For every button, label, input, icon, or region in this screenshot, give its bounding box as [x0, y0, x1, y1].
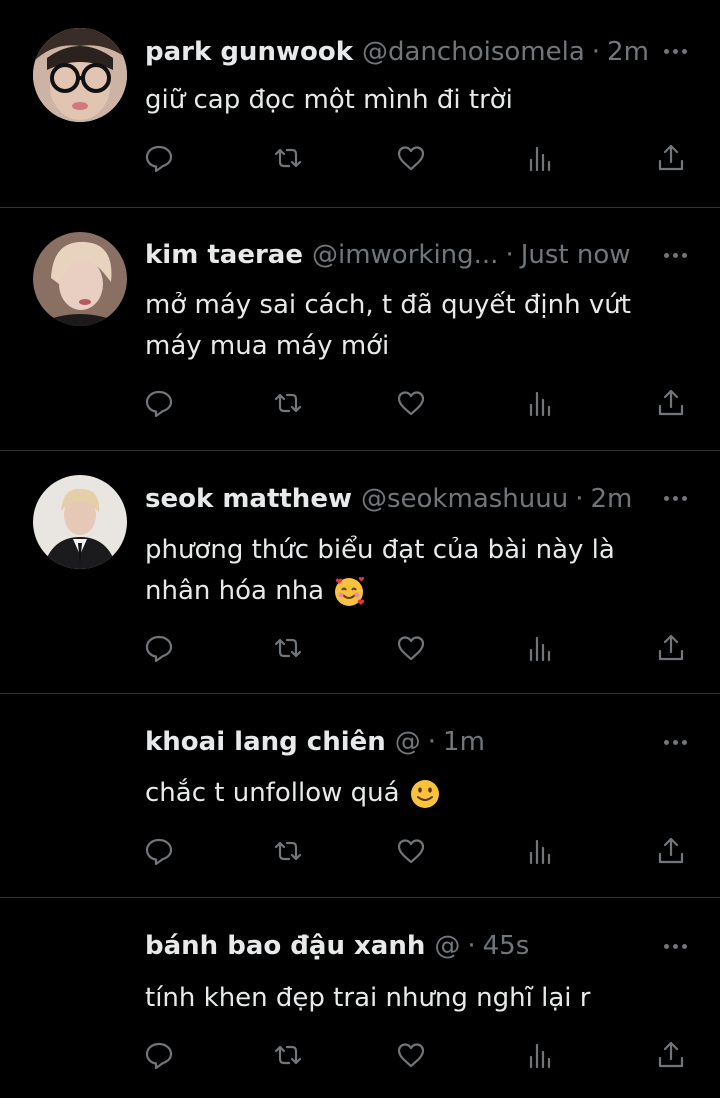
avatar-photo: [33, 28, 127, 122]
share-icon[interactable]: [651, 831, 691, 871]
retweet-icon[interactable]: [268, 1035, 308, 1075]
reply-icon[interactable]: [139, 628, 179, 668]
tweet[interactable]: khoai lang chiên @ · 1m chắc t unfollow …: [0, 694, 720, 898]
views-icon[interactable]: [520, 383, 560, 423]
tweet-text-line: máy mua máy mới: [145, 331, 390, 361]
tweet-text-segment: chắc t unfollow quá: [145, 778, 400, 808]
display-name[interactable]: khoai lang chiên: [145, 727, 386, 757]
tweet-text: phương thức biểu đạt của bài này là nhân…: [145, 530, 665, 612]
separator-dot: ·: [575, 484, 584, 514]
tweet[interactable]: bánh bao đậu xanh @ · 45s tính khen đẹp …: [0, 898, 720, 1098]
like-icon[interactable]: [391, 138, 431, 178]
user-handle[interactable]: @: [434, 931, 460, 961]
avatar[interactable]: [33, 28, 127, 122]
tweet-text-line: nhân hóa nha: [145, 571, 665, 612]
views-icon[interactable]: [520, 831, 560, 871]
user-handle[interactable]: @imworking...: [312, 240, 498, 270]
retweet-icon[interactable]: [268, 831, 308, 871]
share-icon[interactable]: [651, 138, 691, 178]
tweet-header: bánh bao đậu xanh @ · 45s: [145, 926, 529, 966]
more-options-icon[interactable]: [660, 240, 690, 270]
tweet-header: seok matthew @seokmashuuu · 2m: [145, 479, 632, 519]
tweet-text: chắc t unfollow quá: [145, 773, 665, 814]
like-icon[interactable]: [391, 1035, 431, 1075]
tweet-text: tính khen đẹp trai nhưng nghĩ lại r: [145, 978, 665, 1019]
tweet-header: park gunwook @danchoisomela · 2m: [145, 32, 649, 72]
reply-icon[interactable]: [139, 1035, 179, 1075]
share-icon[interactable]: [651, 628, 691, 668]
user-handle[interactable]: @seokmashuuu: [361, 484, 568, 514]
tweet-text: mở máy sai cách, t đã quyết định vứt máy…: [145, 285, 665, 367]
user-handle[interactable]: @danchoisomela: [362, 37, 585, 67]
separator-dot: ·: [505, 240, 514, 270]
views-icon[interactable]: [520, 1035, 560, 1075]
action-bar: [0, 1035, 720, 1075]
action-bar: [0, 831, 720, 871]
avatar-photo: [33, 232, 127, 326]
tweet-header: kim taerae @imworking... · Just now: [145, 235, 631, 275]
reply-icon[interactable]: [139, 383, 179, 423]
tweet[interactable]: seok matthew @seokmashuuu · 2m phương th…: [0, 451, 720, 694]
tweet-header: khoai lang chiên @ · 1m: [145, 722, 485, 762]
tweet-text-line: phương thức biểu đạt của bài này là: [145, 535, 615, 565]
tweet-text-line: chắc t unfollow quá: [145, 773, 665, 814]
tweet-text-line: mở máy sai cách, t đã quyết định vứt: [145, 290, 631, 320]
retweet-icon[interactable]: [268, 138, 308, 178]
separator-dot: ·: [591, 37, 601, 67]
more-options-icon[interactable]: [660, 36, 690, 66]
display-name[interactable]: seok matthew: [145, 484, 352, 514]
more-options-icon[interactable]: [660, 483, 690, 513]
reply-icon[interactable]: [139, 138, 179, 178]
more-options-icon[interactable]: [660, 727, 690, 757]
avatar[interactable]: [33, 232, 127, 326]
smiling-face-with-hearts-emoji-icon: [335, 576, 365, 606]
reply-icon[interactable]: [139, 831, 179, 871]
display-name[interactable]: kim taerae: [145, 240, 303, 270]
avatar[interactable]: [33, 475, 127, 569]
tweet-text-line: giữ cap đọc một mình đi trời: [145, 85, 513, 115]
timestamp[interactable]: 45s: [483, 931, 530, 961]
tweet[interactable]: kim taerae @imworking... · Just now mở m…: [0, 208, 720, 451]
like-icon[interactable]: [391, 383, 431, 423]
display-name[interactable]: bánh bao đậu xanh: [145, 931, 425, 961]
retweet-icon[interactable]: [268, 383, 308, 423]
tweet-text-line: tính khen đẹp trai nhưng nghĩ lại r: [145, 983, 591, 1013]
slightly-smiling-face-emoji-icon: [410, 779, 439, 808]
timestamp[interactable]: 2m: [607, 37, 649, 67]
like-icon[interactable]: [391, 628, 431, 668]
separator-dot: ·: [427, 727, 437, 757]
retweet-icon[interactable]: [268, 628, 308, 668]
tweet-text-segment: nhân hóa nha: [145, 576, 325, 606]
more-options-icon[interactable]: [660, 931, 690, 961]
action-bar: [0, 628, 720, 668]
views-icon[interactable]: [520, 138, 560, 178]
tweet-text: giữ cap đọc một mình đi trời: [145, 80, 665, 121]
display-name[interactable]: park gunwook: [145, 37, 353, 67]
user-handle[interactable]: @: [395, 727, 421, 757]
avatar-photo: [33, 475, 127, 569]
separator-dot: ·: [467, 931, 476, 961]
views-icon[interactable]: [520, 628, 560, 668]
share-icon[interactable]: [651, 383, 691, 423]
timestamp[interactable]: 2m: [590, 484, 632, 514]
timestamp[interactable]: 1m: [443, 727, 485, 757]
like-icon[interactable]: [391, 831, 431, 871]
action-bar: [0, 383, 720, 423]
timestamp[interactable]: Just now: [521, 240, 631, 270]
action-bar: [0, 138, 720, 178]
share-icon[interactable]: [651, 1035, 691, 1075]
tweet[interactable]: park gunwook @danchoisomela · 2m giữ cap…: [0, 0, 720, 208]
